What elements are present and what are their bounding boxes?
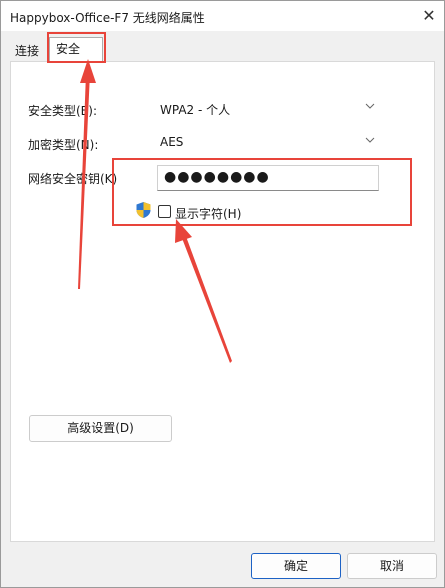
tab-connection[interactable]: 连接 (8, 41, 46, 61)
annotation-box-security-tab (47, 32, 106, 63)
encryption-type-dropdown[interactable]: AES (154, 131, 381, 153)
title-bar: Happybox-Office-F7 无线网络属性 ✕ (1, 1, 444, 31)
chevron-down-icon (365, 133, 375, 150)
security-type-dropdown[interactable]: WPA2 - 个人 (154, 97, 381, 119)
close-icon[interactable]: ✕ (414, 1, 444, 31)
cancel-button[interactable]: 取消 (347, 553, 437, 579)
window-title: Happybox-Office-F7 无线网络属性 (10, 11, 205, 25)
annotation-box-password (112, 158, 412, 226)
security-type-value: WPA2 - 个人 (160, 103, 231, 117)
properties-dialog: Happybox-Office-F7 无线网络属性 ✕ 连接 安全 安全类型(E… (0, 0, 445, 588)
ok-button[interactable]: 确定 (251, 553, 341, 579)
chevron-down-icon (365, 99, 375, 116)
encryption-type-label: 加密类型(N): (28, 138, 99, 152)
advanced-settings-button[interactable]: 高级设置(D) (29, 415, 172, 442)
security-type-label: 安全类型(E): (28, 104, 97, 118)
network-key-label: 网络安全密钥(K) (28, 172, 118, 186)
encryption-type-value: AES (160, 135, 184, 149)
